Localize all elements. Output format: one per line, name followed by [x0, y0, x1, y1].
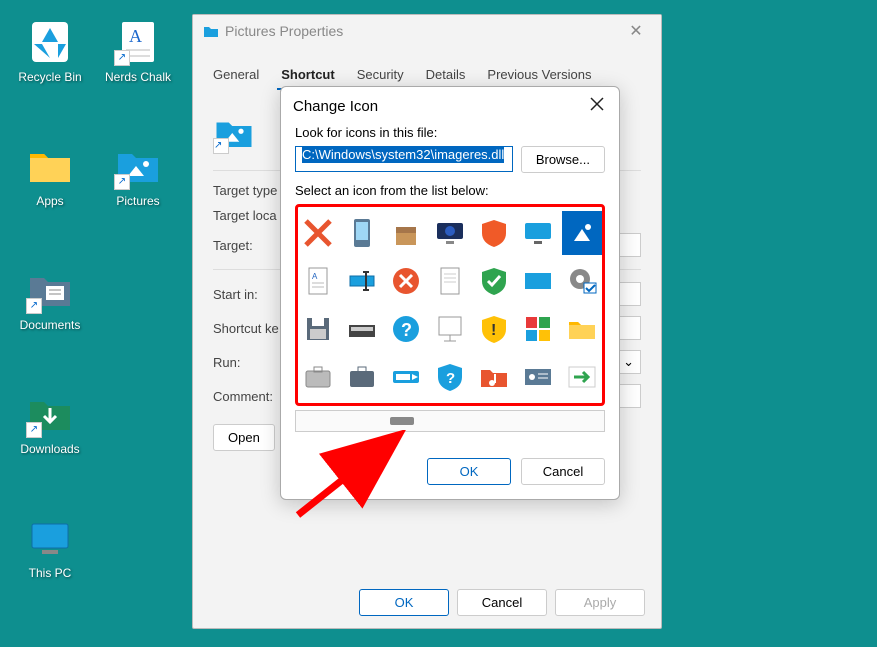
icon-shield-orange[interactable]	[474, 211, 514, 255]
desktop-icon-nerds-chalk[interactable]: A ↗ Nerds Chalk	[98, 18, 178, 84]
folder-icon	[26, 142, 74, 190]
icon-error-circle[interactable]	[386, 259, 426, 303]
icon-doc-blank[interactable]	[430, 259, 470, 303]
open-file-location-button[interactable]: Open	[213, 424, 275, 451]
select-icon-label: Select an icon from the list below:	[295, 183, 605, 198]
look-for-icons-label: Look for icons in this file:	[295, 125, 605, 140]
icon-help-circle[interactable]: ?	[386, 307, 426, 351]
apply-button[interactable]: Apply	[555, 589, 645, 616]
icon-projector-screen[interactable]	[430, 307, 470, 351]
desktop-icon-this-pc[interactable]: This PC	[10, 514, 90, 580]
icon-pda[interactable]	[342, 211, 382, 255]
browse-button[interactable]: Browse...	[521, 146, 605, 173]
svg-text:A: A	[312, 272, 318, 281]
icon-shield-help-blue[interactable]: ?	[430, 355, 470, 399]
desktop-icon-label: Apps	[10, 194, 90, 208]
icon-scanner[interactable]	[342, 307, 382, 351]
shortcut-arrow-icon: ↗	[114, 50, 130, 66]
desktop-icon-downloads[interactable]: ↗ Downloads	[10, 390, 90, 456]
icon-music-folder[interactable]	[474, 355, 514, 399]
icon-rename[interactable]	[342, 259, 382, 303]
this-pc-icon	[26, 514, 74, 562]
icon-path-input[interactable]: C:\Windows\system32\imageres.dll	[295, 146, 513, 172]
icon-monitor-blue[interactable]	[518, 211, 558, 255]
desktop-icon-label: Pictures	[98, 194, 178, 208]
desktop-icon-documents[interactable]: ↗ Documents	[10, 266, 90, 332]
scrollbar-thumb[interactable]	[390, 417, 414, 425]
desktop-icon-label: Documents	[10, 318, 90, 332]
svg-text:!: !	[491, 322, 496, 339]
change-icon-dialog: Change Icon Look for icons in this file:…	[280, 86, 620, 500]
desktop-icon-recycle-bin[interactable]: Recycle Bin	[10, 18, 90, 84]
icon-grid: A ? ! ?	[304, 211, 596, 399]
dialog-title: Change Icon	[293, 98, 587, 115]
icon-shield-warn-yellow[interactable]: !	[474, 307, 514, 351]
icon-shield-check-green[interactable]	[474, 259, 514, 303]
svg-text:?: ?	[401, 320, 412, 340]
svg-text:?: ?	[446, 370, 455, 387]
shortcut-arrow-icon: ↗	[26, 422, 42, 438]
close-icon	[590, 97, 604, 111]
cancel-button[interactable]: Cancel	[457, 589, 547, 616]
desktop-icon-label: Nerds Chalk	[98, 70, 178, 84]
titlebar[interactable]: Pictures Properties ✕	[193, 15, 661, 47]
icon-scrollbar[interactable]	[295, 410, 605, 432]
window-icon	[203, 23, 219, 39]
icon-floppy[interactable]	[298, 307, 338, 351]
desktop-icon-label: This PC	[10, 566, 90, 580]
ok-button[interactable]: OK	[359, 589, 449, 616]
icon-arrow-right-green[interactable]	[562, 355, 602, 399]
icon-list-highlight: A ? ! ?	[295, 204, 605, 406]
icon-color-blocks[interactable]	[518, 307, 558, 351]
icon-box[interactable]	[386, 211, 426, 255]
icon-briefcase-dark[interactable]	[342, 355, 382, 399]
svg-text:A: A	[129, 26, 142, 46]
icon-gear-check[interactable]	[562, 259, 602, 303]
window-title: Pictures Properties	[225, 23, 621, 39]
icon-contact-card[interactable]	[518, 355, 558, 399]
cancel-button[interactable]: Cancel	[521, 458, 605, 485]
desktop-icon-apps[interactable]: Apps	[10, 142, 90, 208]
icon-run-dialog[interactable]	[386, 355, 426, 399]
icon-folder[interactable]	[562, 307, 602, 351]
icon-briefcase-light[interactable]	[298, 355, 338, 399]
ok-button[interactable]: OK	[427, 458, 511, 485]
recycle-bin-icon	[26, 18, 74, 66]
icon-display-night[interactable]	[430, 211, 470, 255]
chevron-down-icon: ⌄	[623, 354, 634, 370]
desktop-icon-label: Recycle Bin	[10, 70, 90, 84]
shortcut-arrow-icon: ↗	[213, 138, 229, 154]
dialog-titlebar[interactable]: Change Icon	[281, 87, 619, 125]
desktop-icon-pictures[interactable]: ↗ Pictures	[98, 142, 178, 208]
icon-red-x[interactable]	[298, 211, 338, 255]
desktop-icon-label: Downloads	[10, 442, 90, 456]
icon-doc-text[interactable]: A	[298, 259, 338, 303]
close-button[interactable]: ✕	[621, 21, 651, 41]
close-button[interactable]	[587, 97, 607, 115]
shortcut-arrow-icon: ↗	[26, 298, 42, 314]
icon-rect-blue[interactable]	[518, 259, 558, 303]
shortcut-arrow-icon: ↗	[114, 174, 130, 190]
tab-general[interactable]: General	[209, 61, 263, 90]
icon-photo[interactable]	[562, 211, 602, 255]
